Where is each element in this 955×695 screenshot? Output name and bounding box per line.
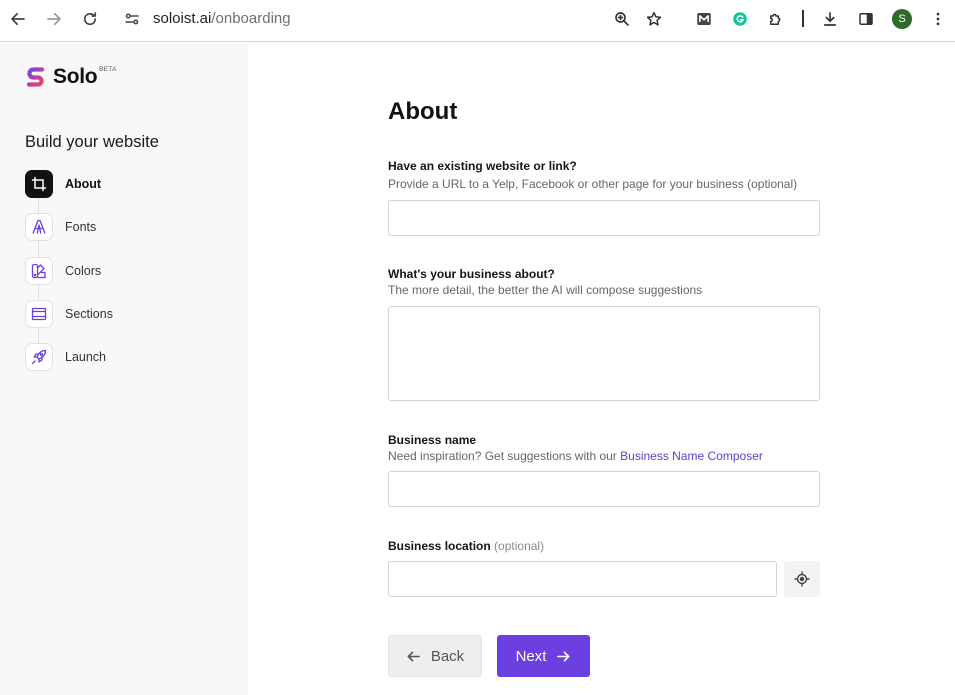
solo-logo[interactable]: Solo <box>25 65 98 89</box>
side-panel-icon[interactable] <box>853 6 879 32</box>
step-about[interactable]: About <box>25 170 225 198</box>
step-label: Fonts <box>65 220 97 234</box>
url-domain: soloist.ai <box>153 10 212 27</box>
business-name-help: Need inspiration? Get suggestions with o… <box>388 449 763 463</box>
step-label: About <box>65 177 102 191</box>
optional-tag: (optional) <box>494 539 545 553</box>
back-button-label: Back <box>430 647 465 665</box>
about-help: The more detail, the better the AI will … <box>388 283 703 297</box>
locate-me-button[interactable] <box>784 561 820 597</box>
palette-icon <box>25 257 53 285</box>
business-name-composer-link[interactable]: Business Name Composer <box>620 449 763 463</box>
solo-logo-icon <box>26 67 45 87</box>
zoom-icon[interactable] <box>609 6 635 32</box>
step-label: Sections <box>65 307 113 321</box>
next-button-label: Next <box>515 647 547 665</box>
grammarly-icon[interactable] <box>727 6 753 32</box>
browser-toolbar: soloist.ai/onboarding S <box>0 0 955 42</box>
website-input[interactable] <box>388 200 820 236</box>
back-arrow-icon[interactable] <box>5 6 31 32</box>
download-icon[interactable] <box>817 6 843 32</box>
bookmark-star-icon[interactable] <box>641 6 667 32</box>
step-fonts[interactable]: Fonts <box>25 213 225 241</box>
back-button[interactable]: Back <box>388 635 482 677</box>
website-help: Provide a URL to a Yelp, Facebook or oth… <box>388 177 798 191</box>
website-label: Have an existing website or link? <box>388 159 577 173</box>
about-label: What's your business about? <box>388 267 555 281</box>
url-path: /onboarding <box>211 10 291 27</box>
profile-avatar[interactable]: S <box>892 9 912 29</box>
arrow-right-icon <box>557 650 570 662</box>
toolbar-divider <box>802 10 804 27</box>
font-icon <box>25 213 53 241</box>
page-title: About <box>388 98 458 125</box>
sidebar: Solo BETA Build your website About Fonts… <box>0 43 248 695</box>
business-location-input[interactable] <box>388 561 777 597</box>
menu-kebab-icon[interactable] <box>925 6 951 32</box>
step-sections[interactable]: Sections <box>25 300 225 328</box>
extensions-puzzle-icon[interactable] <box>763 6 789 32</box>
rocket-icon <box>25 343 53 371</box>
site-settings-icon[interactable] <box>119 6 145 32</box>
crop-icon <box>25 170 53 198</box>
crosshair-icon <box>794 571 810 587</box>
m-extension-icon[interactable] <box>691 6 717 32</box>
address-bar[interactable]: soloist.ai/onboarding <box>153 9 291 29</box>
sidebar-title: Build your website <box>25 133 159 151</box>
business-location-label-text: Business location <box>388 539 491 553</box>
arrow-left-icon <box>407 650 420 662</box>
business-name-label: Business name <box>388 433 477 447</box>
beta-badge: BETA <box>99 66 117 73</box>
about-textarea[interactable] <box>388 306 820 401</box>
reload-icon[interactable] <box>77 6 103 32</box>
logo-text: Solo <box>53 65 98 88</box>
step-label: Colors <box>65 264 102 278</box>
layout-icon <box>25 300 53 328</box>
step-colors[interactable]: Colors <box>25 257 225 285</box>
step-launch[interactable]: Launch <box>25 343 225 371</box>
step-label: Launch <box>65 350 107 364</box>
business-location-label: Business location (optional) <box>388 539 544 553</box>
next-button[interactable]: Next <box>497 635 590 677</box>
business-name-input[interactable] <box>388 471 820 507</box>
forward-arrow-icon[interactable] <box>41 6 67 32</box>
business-name-help-text: Need inspiration? Get suggestions with o… <box>388 449 621 463</box>
